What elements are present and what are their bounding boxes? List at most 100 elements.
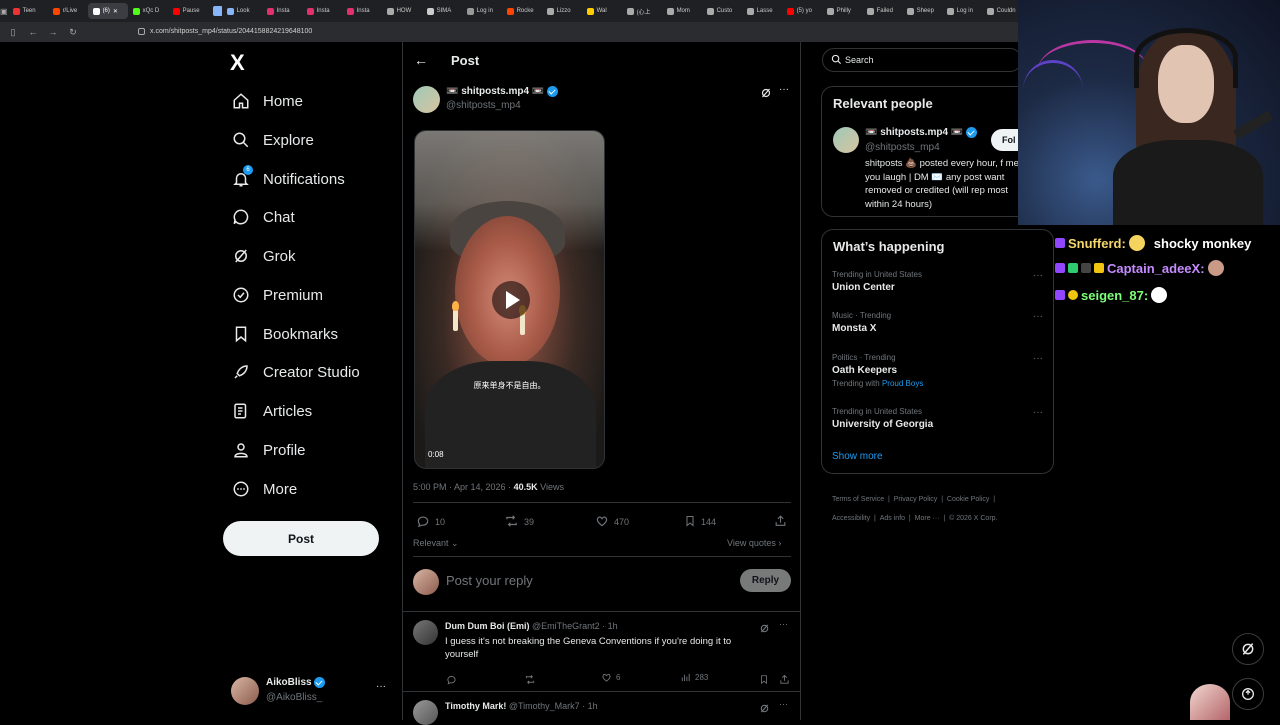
- trend-item[interactable]: Trending in United States University of …: [832, 407, 1047, 430]
- reply-avatar[interactable]: [413, 620, 438, 645]
- reply-views-action[interactable]: 283: [680, 672, 708, 683]
- share-icon[interactable]: [779, 672, 790, 690]
- reply-input[interactable]: Post your reply: [446, 573, 533, 588]
- nav-creator-studio[interactable]: Creator Studio: [231, 359, 360, 385]
- browser-tab[interactable]: Custo: [702, 3, 742, 19]
- reply-sort-dropdown[interactable]: Relevant ⌄: [413, 538, 459, 549]
- bookmark-action[interactable]: 144: [684, 514, 716, 530]
- url-field[interactable]: x.com/shitposts_mp4/status/2044158824219…: [150, 22, 312, 42]
- browser-tab[interactable]: Insta: [342, 3, 382, 19]
- reply-button[interactable]: Reply: [740, 569, 791, 592]
- tab-list-icon[interactable]: ▣: [0, 3, 8, 19]
- nav-articles[interactable]: Articles: [231, 398, 312, 424]
- browser-tab[interactable]: Pause: [168, 3, 208, 19]
- nav-home[interactable]: Home: [231, 88, 303, 114]
- browser-tab[interactable]: xQc D: [128, 3, 168, 19]
- person-name-row[interactable]: 📼 shitposts.mp4 📼: [865, 127, 978, 138]
- person-handle[interactable]: @shitposts_mp4: [865, 142, 940, 153]
- footer-terms-link[interactable]: Terms of Service: [832, 496, 884, 503]
- browser-tab[interactable]: (5) yo: [782, 3, 822, 19]
- reply-avatar[interactable]: [413, 700, 438, 725]
- show-more-link[interactable]: Show more: [832, 451, 883, 462]
- author-avatar[interactable]: [413, 86, 440, 113]
- footer-cookie-link[interactable]: Cookie Policy: [947, 496, 989, 503]
- browser-tab[interactable]: Rocke: [502, 3, 542, 19]
- reply-action[interactable]: 10: [416, 514, 445, 530]
- browser-tab[interactable]: Lasse: [742, 3, 782, 19]
- author-name-row[interactable]: 📼 shitposts.mp4 📼: [446, 86, 559, 97]
- browser-tab[interactable]: SIMA: [422, 3, 462, 19]
- nav-explore[interactable]: Explore: [231, 127, 314, 153]
- messages-float-icon[interactable]: [1232, 678, 1264, 710]
- footer-accessibility-link[interactable]: Accessibility: [832, 515, 870, 522]
- browser-tab[interactable]: Log in: [942, 3, 982, 19]
- reply-item[interactable]: Timothy Mark! @Timothy_Mark7 · 1h ···: [403, 692, 800, 725]
- share-action[interactable]: [774, 514, 787, 530]
- browser-tab[interactable]: Sheep: [902, 3, 942, 19]
- browser-tab[interactable]: r/Live: [48, 3, 88, 19]
- reply-more-icon[interactable]: ···: [779, 699, 788, 709]
- reload-icon[interactable]: ↻: [66, 25, 80, 39]
- bookmark-icon[interactable]: [759, 672, 769, 690]
- trend-more-icon[interactable]: ···: [1033, 270, 1043, 281]
- grok-float-icon[interactable]: [1232, 633, 1264, 665]
- repost-action[interactable]: 39: [504, 514, 534, 530]
- browser-tab[interactable]: Failed: [862, 3, 902, 19]
- nav-premium[interactable]: Premium: [231, 282, 323, 308]
- reply-like-action[interactable]: 6: [601, 672, 620, 683]
- nav-chat[interactable]: Chat: [231, 204, 295, 230]
- footer-ads-link[interactable]: Ads info: [880, 515, 905, 522]
- footer-privacy-link[interactable]: Privacy Policy: [894, 496, 938, 503]
- trend-more-icon[interactable]: ···: [1033, 311, 1043, 322]
- tab-close-icon[interactable]: ✕: [113, 8, 118, 15]
- browser-tab[interactable]: Teen: [8, 3, 48, 19]
- search-input[interactable]: Search: [822, 48, 1022, 72]
- reply-icon[interactable]: [446, 672, 457, 690]
- back-arrow-icon[interactable]: ←: [414, 52, 428, 68]
- grok-explain-icon[interactable]: [759, 701, 770, 713]
- browser-tab[interactable]: HOW: [382, 3, 422, 19]
- trend-item[interactable]: Trending in United States Union Center ·…: [832, 270, 1047, 293]
- trend-item[interactable]: Politics · Trending Oath Keepers Trendin…: [832, 353, 1047, 388]
- browser-tab[interactable]: Mom: [662, 3, 702, 19]
- back-icon[interactable]: ←: [26, 25, 40, 39]
- browser-tab[interactable]: Look: [222, 3, 262, 19]
- nav-grok[interactable]: Grok: [231, 243, 296, 269]
- browser-tab[interactable]: Couldn: [982, 3, 1018, 19]
- person-avatar[interactable]: [833, 127, 859, 153]
- sidebar-toggle-icon[interactable]: ▯: [6, 25, 20, 39]
- trend-item[interactable]: Music · Trending Monsta X ···: [832, 311, 1047, 334]
- browser-tab[interactable]: Wal: [582, 3, 622, 19]
- grok-explain-icon[interactable]: [759, 621, 770, 633]
- author-handle[interactable]: @shitposts_mp4: [446, 100, 521, 111]
- x-logo[interactable]: X: [230, 50, 245, 76]
- browser-tab[interactable]: Insta: [262, 3, 302, 19]
- browser-tab[interactable]: Log in: [462, 3, 502, 19]
- trend-more-icon[interactable]: ···: [1033, 353, 1043, 364]
- nav-profile[interactable]: Profile: [231, 437, 306, 463]
- trend-more-icon[interactable]: ···: [1033, 407, 1043, 418]
- trend-related-link[interactable]: Proud Boys: [882, 379, 923, 388]
- post-more-icon[interactable]: ···: [779, 84, 789, 95]
- forward-icon[interactable]: →: [46, 25, 60, 39]
- post-timestamp[interactable]: 5:00 PM · Apr 14, 2026 ·: [413, 482, 511, 492]
- site-info-icon[interactable]: [138, 28, 145, 35]
- reply-item[interactable]: Dum Dum Boi (Emi) @EmiTheGrant2 · 1h ···…: [403, 612, 800, 690]
- reply-more-icon[interactable]: ···: [779, 619, 788, 629]
- video-player[interactable]: 原来单身不是自由。 0:08: [414, 130, 605, 469]
- reply-author-handle[interactable]: @Timothy_Mark7 · 1h: [509, 701, 598, 711]
- like-action[interactable]: 470: [595, 514, 629, 530]
- reply-author-handle[interactable]: @EmiTheGrant2 · 1h: [532, 621, 618, 631]
- account-switcher[interactable]: AikoBliss @AikoBliss_ ···: [231, 677, 391, 707]
- nav-more[interactable]: More: [231, 476, 297, 502]
- reply-author-name[interactable]: Timothy Mark!: [445, 701, 506, 711]
- view-quotes-link[interactable]: View quotes ›: [727, 538, 781, 548]
- play-button[interactable]: [492, 281, 530, 319]
- account-more-icon[interactable]: ···: [376, 681, 386, 692]
- reply-author-name[interactable]: Dum Dum Boi (Emi): [445, 621, 530, 631]
- nav-bookmarks[interactable]: Bookmarks: [231, 321, 338, 347]
- browser-tab-active[interactable]: (6) ✕: [87, 3, 128, 19]
- footer-more-link[interactable]: More ···: [915, 515, 940, 522]
- browser-tab[interactable]: Insta: [302, 3, 342, 19]
- nav-notifications[interactable]: 6 Notifications: [231, 165, 345, 192]
